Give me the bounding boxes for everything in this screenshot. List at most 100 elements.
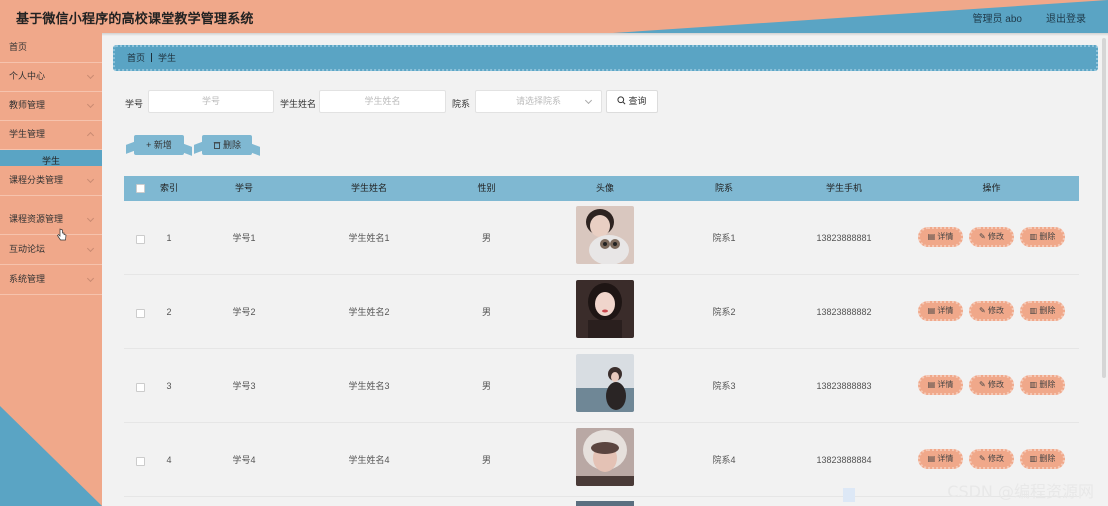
delete-label: 删除 xyxy=(1039,380,1056,389)
table-row: 2 学号2 学生姓名2 男 院系2 13823888882 ▤ 详情 ✎ 修改 … xyxy=(124,275,1079,349)
edit-icon: ✎ xyxy=(979,306,988,315)
detail-label: 详情 xyxy=(937,454,954,463)
delete-label: 删除 xyxy=(1039,454,1056,463)
delete-button[interactable]: ▥ 删除 xyxy=(1020,227,1065,247)
batch-delete-button[interactable]: 删除 xyxy=(202,135,252,155)
sidebar-item-label: 系统管理 xyxy=(9,274,46,284)
edit-button[interactable]: ✎ 修改 xyxy=(969,227,1014,247)
table-row: 4 学号4 学生姓名4 男 院系4 13823888884 ▤ 详情 ✎ 修改 … xyxy=(124,423,1079,497)
cell-department: 院系4 xyxy=(712,455,736,465)
hand-cursor-icon xyxy=(57,228,67,241)
trash-icon: ▥ xyxy=(1029,380,1040,389)
avatar xyxy=(576,280,634,338)
detail-button[interactable]: ▤ 详情 xyxy=(918,449,963,469)
edit-label: 修改 xyxy=(987,306,1004,315)
current-user: 管理员 abo xyxy=(972,14,1022,25)
cell-student-name: 学生姓名4 xyxy=(348,455,390,465)
add-button[interactable]: + 新增 xyxy=(134,135,184,155)
add-button-label: 新增 xyxy=(153,140,172,150)
avatar xyxy=(576,501,634,506)
chevron-down-icon xyxy=(86,214,95,223)
delete-button[interactable]: ▥ 删除 xyxy=(1020,449,1065,469)
sidebar: 首页 个人中心 教师管理 学生管理 学生 课程分类管理 课程资源管理 互动论坛 … xyxy=(0,33,102,506)
column-header-gender: 性别 xyxy=(477,183,496,193)
page-scrollbar[interactable] xyxy=(1102,38,1106,378)
sidebar-item-home[interactable]: 首页 xyxy=(0,33,102,63)
detail-icon: ▤ xyxy=(927,306,938,315)
table-row: 1 学号1 学生姓名1 男 院系1 13823888881 ▤ 详情 ✎ 修改 … xyxy=(124,201,1079,275)
app-title: 基于微信小程序的高校课堂教学管理系统 xyxy=(16,11,254,26)
student-id-input[interactable]: 学号 xyxy=(148,90,274,113)
delete-label: 删除 xyxy=(1039,306,1056,315)
delete-button[interactable]: ▥ 删除 xyxy=(1020,375,1065,395)
search-icon xyxy=(617,96,626,105)
logout-link[interactable]: 退出登录 xyxy=(1046,10,1086,25)
sidebar-item-label: 首页 xyxy=(9,42,28,52)
row-checkbox[interactable] xyxy=(136,309,145,318)
sidebar-item-students[interactable]: 学生管理 xyxy=(0,120,102,150)
cell-student-name: 学生姓名3 xyxy=(348,381,390,391)
edit-label: 修改 xyxy=(987,232,1004,241)
cell-index: 1 xyxy=(166,233,172,243)
sidebar-subitem-students[interactable]: 学生 xyxy=(0,150,102,166)
trash-icon: ▥ xyxy=(1029,232,1040,241)
edit-label: 修改 xyxy=(987,454,1004,463)
cell-department: 院系3 xyxy=(712,381,736,391)
row-checkbox[interactable] xyxy=(136,383,145,392)
trash-icon xyxy=(213,142,221,149)
edit-button[interactable]: ✎ 修改 xyxy=(969,449,1014,469)
batch-delete-label: 删除 xyxy=(222,140,241,150)
header-shadow xyxy=(0,33,1108,36)
breadcrumb-current: 学生 xyxy=(158,53,177,63)
edit-icon: ✎ xyxy=(979,232,988,241)
detail-button[interactable]: ▤ 详情 xyxy=(918,375,963,395)
sidebar-item-course-resources[interactable]: 课程资源管理 xyxy=(0,205,102,235)
delete-button[interactable]: ▥ 删除 xyxy=(1020,301,1065,321)
breadcrumb: 首页 学生 xyxy=(113,45,1098,71)
cell-phone: 13823888883 xyxy=(816,381,872,391)
query-button-label: 查询 xyxy=(628,96,647,106)
avatar xyxy=(576,354,634,412)
cell-department: 院系1 xyxy=(712,233,736,243)
cell-gender: 男 xyxy=(481,307,491,317)
sidebar-item-profile[interactable]: 个人中心 xyxy=(0,62,102,92)
table-header: 索引 学号 学生姓名 性别 头像 院系 学生手机 操作 xyxy=(124,176,1079,201)
column-header-avatar: 头像 xyxy=(595,183,614,193)
query-button[interactable]: 查询 xyxy=(606,90,658,113)
chevron-down-icon xyxy=(86,274,95,283)
edit-button[interactable]: ✎ 修改 xyxy=(969,375,1014,395)
trash-icon: ▥ xyxy=(1029,306,1040,315)
row-checkbox[interactable] xyxy=(136,457,145,466)
decorative-shape xyxy=(843,488,855,502)
edit-icon: ✎ xyxy=(979,380,988,389)
detail-label: 详情 xyxy=(937,380,954,389)
department-select[interactable]: 请选择院系 xyxy=(475,90,602,113)
detail-icon: ▤ xyxy=(927,232,938,241)
detail-icon: ▤ xyxy=(927,380,938,389)
cell-index: 4 xyxy=(166,455,172,465)
edit-button[interactable]: ✎ 修改 xyxy=(969,301,1014,321)
sidebar-item-course-categories[interactable]: 课程分类管理 xyxy=(0,166,102,196)
sidebar-item-label: 教师管理 xyxy=(9,100,46,110)
sidebar-item-teachers[interactable]: 教师管理 xyxy=(0,91,102,121)
chevron-down-icon xyxy=(584,96,593,105)
select-all-checkbox[interactable] xyxy=(136,184,145,193)
detail-button[interactable]: ▤ 详情 xyxy=(918,227,963,247)
cell-student-id: 学号1 xyxy=(232,233,256,243)
cell-gender: 男 xyxy=(481,455,491,465)
breadcrumb-home[interactable]: 首页 xyxy=(127,53,145,63)
cell-student-name: 学生姓名1 xyxy=(348,233,390,243)
search-name-label: 学生姓名 xyxy=(280,99,317,109)
detail-button[interactable]: ▤ 详情 xyxy=(918,301,963,321)
department-select-placeholder: 请选择院系 xyxy=(515,96,561,106)
sidebar-item-forum[interactable]: 互动论坛 xyxy=(0,235,102,265)
row-checkbox[interactable] xyxy=(136,235,145,244)
edit-label: 修改 xyxy=(987,380,1004,389)
sidebar-item-label: 学生管理 xyxy=(9,129,46,139)
sidebar-item-system[interactable]: 系统管理 xyxy=(0,265,102,295)
student-name-input[interactable]: 学生姓名 xyxy=(319,90,446,113)
search-dept-label: 院系 xyxy=(452,99,471,109)
cell-phone: 13823888884 xyxy=(816,455,872,465)
chevron-down-icon xyxy=(86,100,95,109)
trash-icon: ▥ xyxy=(1029,454,1040,463)
